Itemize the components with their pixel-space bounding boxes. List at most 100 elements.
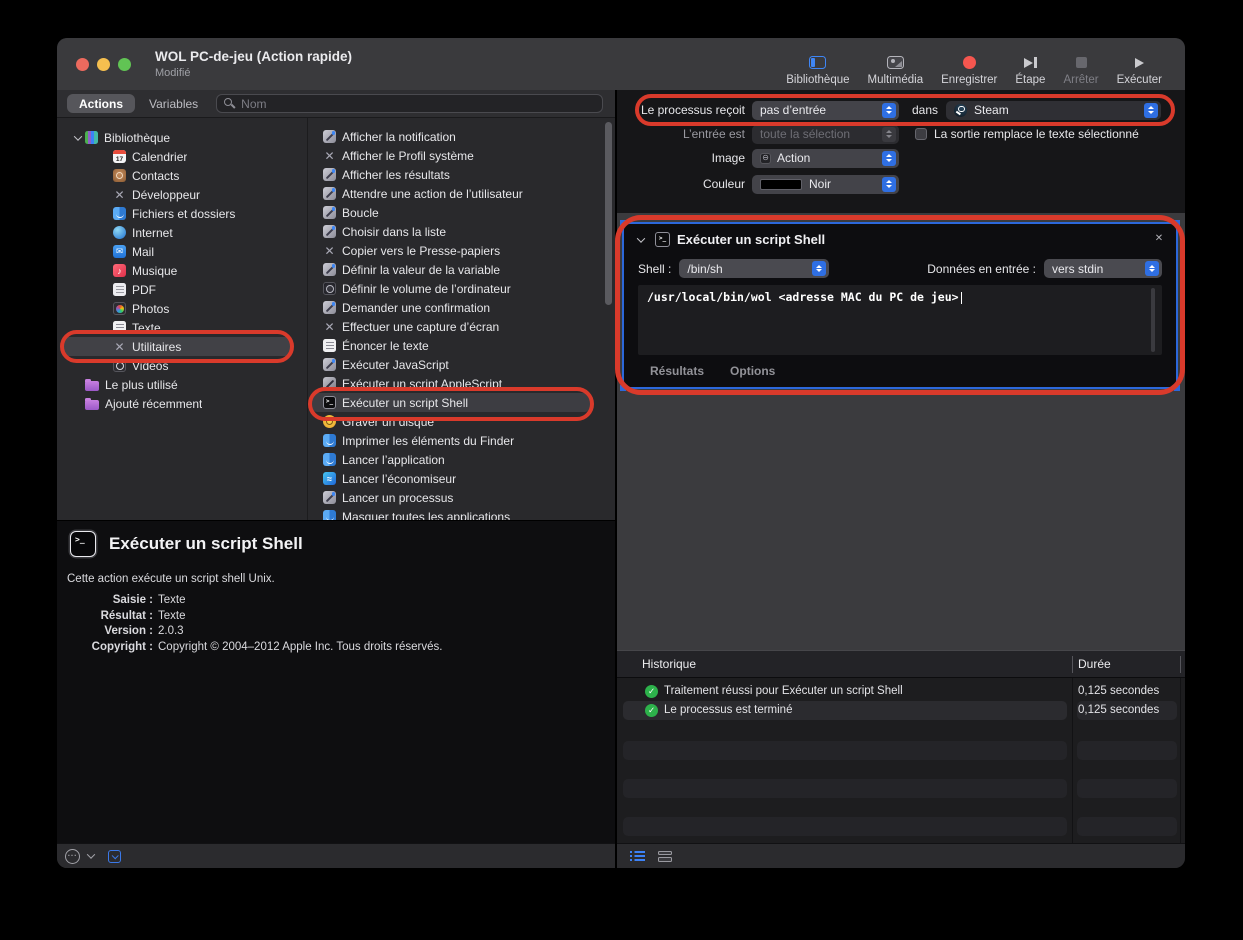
action-item-afficher-le-profil-systeme[interactable]: Afficher le Profil système bbox=[308, 146, 615, 165]
history-section: Historique Durée Traitement réussi pour … bbox=[617, 650, 1185, 843]
application-popup[interactable]: Steam bbox=[946, 101, 1161, 120]
action-item-lancer-l-application[interactable]: Lancer l’application bbox=[308, 450, 615, 469]
search-field[interactable] bbox=[216, 94, 603, 113]
search-input[interactable] bbox=[241, 97, 595, 111]
media-toolbar-label: Multimédia bbox=[868, 74, 924, 86]
sidebar-item-bibliotheque[interactable]: Bibliothèque bbox=[57, 128, 307, 147]
history-empty-cell bbox=[1077, 817, 1177, 836]
column-divider[interactable] bbox=[1072, 656, 1073, 673]
action-item-afficher-la-notification[interactable]: Afficher la notification bbox=[308, 127, 615, 146]
selection-handle[interactable] bbox=[1174, 220, 1180, 226]
sidebar-item-photos[interactable]: Photos bbox=[57, 299, 307, 318]
action-item-masquer-toutes-les-applications[interactable]: Masquer toutes les applications bbox=[308, 507, 615, 520]
sidebar-item-utilitaires[interactable]: Utilitaires bbox=[57, 337, 307, 356]
sidebar-item-label: Vidéos bbox=[132, 359, 168, 373]
sidebar-item-ajoute-recemment[interactable]: Ajouté récemment bbox=[57, 394, 307, 413]
run-toolbar-button[interactable]: Exécuter bbox=[1108, 42, 1171, 86]
popup-stepper-icon bbox=[1145, 261, 1159, 276]
popup-stepper-icon bbox=[812, 261, 826, 276]
library-books-icon bbox=[85, 131, 98, 144]
list-view-icon[interactable] bbox=[630, 851, 645, 861]
action-item-graver-un-disque[interactable]: Graver un disque bbox=[308, 412, 615, 431]
input-data-popup[interactable]: vers stdin bbox=[1044, 259, 1162, 278]
action-item-label: Lancer l’application bbox=[342, 453, 445, 467]
action-item-definir-la-valeur-de-la-variable[interactable]: Définir la valeur de la variable bbox=[308, 260, 615, 279]
action-item-executer-javascript[interactable]: Exécuter JavaScript bbox=[308, 355, 615, 374]
shell-popup[interactable]: /bin/sh bbox=[679, 259, 829, 278]
action-item-choisir-dans-la-liste[interactable]: Choisir dans la liste bbox=[308, 222, 615, 241]
popup-stepper-icon bbox=[1144, 103, 1158, 118]
color-label: Couleur bbox=[617, 177, 752, 191]
selected-view-toggle-icon[interactable] bbox=[108, 850, 121, 863]
history-row[interactable]: Le processus est terminé0,125 secondes bbox=[617, 701, 1185, 720]
finder-icon bbox=[323, 510, 336, 520]
minimize-window-button[interactable] bbox=[97, 58, 110, 71]
chevron-down-icon[interactable] bbox=[634, 237, 648, 243]
info-value: 2.0.3 bbox=[158, 625, 442, 637]
action-item-imprimer-les-elements-du-finder[interactable]: Imprimer les éléments du Finder bbox=[308, 431, 615, 450]
step-toolbar-button[interactable]: Étape bbox=[1006, 42, 1054, 86]
application-value: Steam bbox=[974, 103, 1009, 117]
action-item-demander-une-confirmation[interactable]: Demander une confirmation bbox=[308, 298, 615, 317]
action-item-afficher-les-resultats[interactable]: Afficher les résultats bbox=[308, 165, 615, 184]
action-item-lancer-l-economiseur[interactable]: Lancer l’économiseur bbox=[308, 469, 615, 488]
sidebar-item-developpeur[interactable]: Développeur bbox=[57, 185, 307, 204]
selection-handle[interactable] bbox=[620, 220, 626, 226]
options-button[interactable]: Options bbox=[730, 364, 775, 378]
replace-selected-text-checkbox[interactable] bbox=[915, 128, 927, 140]
sidebar-item-mail[interactable]: Mail bbox=[57, 242, 307, 261]
sidebar-item-le-plus-utilise[interactable]: Le plus utilisé bbox=[57, 375, 307, 394]
library-toolbar-button[interactable]: Bibliothèque bbox=[777, 42, 858, 86]
action-item-effectuer-une-capture-d-ecran[interactable]: Effectuer une capture d’écran bbox=[308, 317, 615, 336]
stop-toolbar-button[interactable]: Arrêter bbox=[1054, 42, 1107, 86]
tab-variables[interactable]: Variables bbox=[141, 94, 206, 113]
sidebar-item-videos[interactable]: Vidéos bbox=[57, 356, 307, 375]
action-list-scrollbar[interactable] bbox=[605, 122, 612, 305]
action-item-executer-un-script-shell[interactable]: Exécuter un script Shell bbox=[308, 393, 615, 412]
tab-actions[interactable]: Actions bbox=[67, 94, 135, 113]
sidebar-item-musique[interactable]: Musique bbox=[57, 261, 307, 280]
script-editor[interactable]: /usr/local/bin/wol <adresse MAC du PC de… bbox=[638, 285, 1162, 355]
window-controls bbox=[76, 58, 131, 71]
record-toolbar-button[interactable]: Enregistrer bbox=[932, 42, 1006, 86]
sidebar-item-contacts[interactable]: Contacts bbox=[57, 166, 307, 185]
process-receives-row: Le processus reçoit pas d’entrée dans St… bbox=[617, 100, 1185, 120]
action-item-attendre-une-action-de-l-utilisateur[interactable]: Attendre une action de l’utilisateur bbox=[308, 184, 615, 203]
chevron-down-icon[interactable] bbox=[71, 135, 85, 141]
history-header: Historique Durée bbox=[617, 651, 1185, 678]
image-popup[interactable]: ⊖ Action bbox=[752, 149, 899, 168]
input-type-popup[interactable]: pas d’entrée bbox=[752, 101, 899, 120]
action-item-lancer-un-processus[interactable]: Lancer un processus bbox=[308, 488, 615, 507]
results-button[interactable]: Résultats bbox=[650, 364, 704, 378]
step-icon bbox=[1024, 55, 1038, 70]
sidebar-item-fichiers-et-dossiers[interactable]: Fichiers et dossiers bbox=[57, 204, 307, 223]
media-toolbar-button[interactable]: Multimédia bbox=[859, 42, 933, 86]
popup-stepper-icon bbox=[882, 103, 896, 118]
column-divider[interactable] bbox=[1180, 656, 1181, 673]
more-options-icon[interactable] bbox=[65, 849, 80, 864]
chevron-down-icon[interactable] bbox=[87, 852, 95, 860]
robot-icon bbox=[323, 491, 336, 504]
history-empty-cell bbox=[1077, 741, 1177, 760]
history-row-text: Traitement réussi pour Exécuter un scrip… bbox=[664, 685, 903, 697]
selection-handle[interactable] bbox=[620, 385, 626, 391]
action-item-enoncer-le-texte[interactable]: Énoncer le texte bbox=[308, 336, 615, 355]
color-popup[interactable]: Noir bbox=[752, 175, 899, 194]
zoom-window-button[interactable] bbox=[118, 58, 131, 71]
action-item-copier-vers-le-presse-papiers[interactable]: Copier vers le Presse-papiers bbox=[308, 241, 615, 260]
action-item-executer-un-script-applescript[interactable]: Exécuter un script AppleScript bbox=[308, 374, 615, 393]
action-item-definir-le-volume-de-l-ordinateur[interactable]: Définir le volume de l’ordinateur bbox=[308, 279, 615, 298]
action-item-label: Boucle bbox=[342, 206, 379, 220]
sidebar-item-pdf[interactable]: PDF bbox=[57, 280, 307, 299]
close-action-icon[interactable] bbox=[1152, 231, 1166, 245]
selection-handle[interactable] bbox=[1174, 385, 1180, 391]
close-window-button[interactable] bbox=[76, 58, 89, 71]
action-item-boucle[interactable]: Boucle bbox=[308, 203, 615, 222]
sidebar-item-texte[interactable]: Texte bbox=[57, 318, 307, 337]
shell-script-action-panel: Exécuter un script Shell Shell : /bin/sh… bbox=[622, 222, 1178, 389]
sidebar-item-calendrier[interactable]: Calendrier bbox=[57, 147, 307, 166]
history-row[interactable]: Traitement réussi pour Exécuter un scrip… bbox=[617, 682, 1185, 701]
sidebar-item-internet[interactable]: Internet bbox=[57, 223, 307, 242]
panels-view-icon[interactable] bbox=[658, 851, 672, 862]
image-row: Image ⊖ Action bbox=[617, 148, 1185, 168]
